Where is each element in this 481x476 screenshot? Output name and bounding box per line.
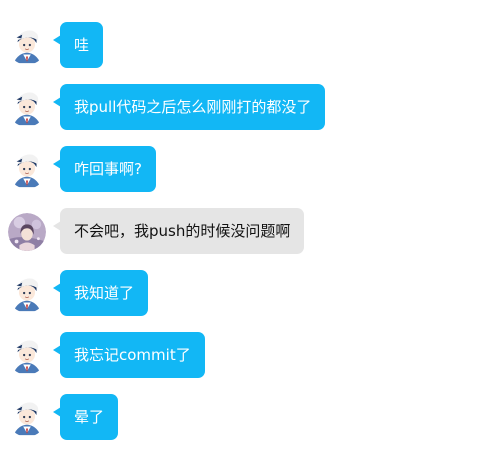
message-bubble[interactable]: 不会吧，我push的时候没问题啊 [60,208,305,254]
message-bubble[interactable]: 晕了 [60,394,119,440]
cartoon-boy-avatar-icon[interactable] [8,151,46,189]
message-row: 咋回事啊? [0,145,481,193]
message-row: 哇 [0,21,481,69]
cartoon-boy-avatar-icon[interactable] [8,27,46,65]
message-row: 晕了 [0,393,481,441]
message-row: 我知道了 [0,269,481,317]
cartoon-boy-avatar-icon[interactable] [8,275,46,313]
cartoon-boy-avatar-icon[interactable] [8,399,46,437]
message-row: 我pull代码之后怎么刚刚打的都没了 [0,83,481,131]
message-row: 不会吧，我push的时候没问题啊 [0,207,481,255]
message-bubble[interactable]: 我忘记commit了 [60,332,205,378]
message-bubble[interactable]: 哇 [60,22,104,68]
cartoon-boy-avatar-icon[interactable] [8,337,46,375]
message-bubble[interactable]: 我pull代码之后怎么刚刚打的都没了 [60,84,326,130]
chat-window: 哇 我pull代码之后怎么刚刚打的都没了 咋回事啊? 不会吧，我push的时候没… [0,0,481,476]
message-row: 我忘记commit了 [0,331,481,379]
message-bubble[interactable]: 我知道了 [60,270,149,316]
message-bubble[interactable]: 咋回事啊? [60,146,156,192]
girl-photo-avatar-icon[interactable] [8,213,46,251]
cartoon-boy-avatar-icon[interactable] [8,89,46,127]
